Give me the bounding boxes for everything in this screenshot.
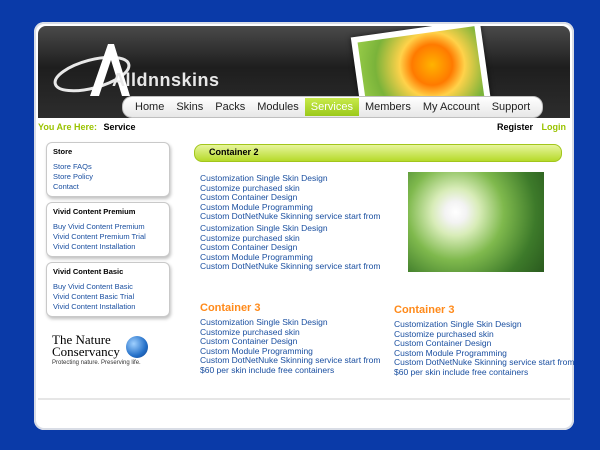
nav-skins[interactable]: Skins [170, 98, 209, 116]
container3-left-list: Customization Single Skin Design Customi… [200, 317, 380, 376]
nav-support[interactable]: Support [486, 98, 537, 116]
store-title: Store [53, 147, 73, 156]
premium-installation-link[interactable]: Vivid Content Installation [53, 242, 163, 252]
auth-links: Register Login [497, 122, 566, 132]
tnc-line2: Conservancy [52, 344, 120, 359]
logo-text: Alldnnskins [112, 70, 220, 90]
register-link[interactable]: Register [497, 122, 533, 132]
list-item: $60 per skin include free containers [394, 366, 529, 377]
nature-conservancy-logo[interactable]: The Nature Conservancy Protecting nature… [52, 333, 172, 374]
contact-link[interactable]: Contact [53, 182, 163, 192]
daisy-photo [408, 172, 544, 272]
page-frame: Alldnnskins Home Skins Packs Modules Ser… [34, 22, 574, 430]
store-policy-link[interactable]: Store Policy [53, 172, 163, 182]
breadcrumb: You Are Here: Service [38, 122, 136, 132]
nav-home[interactable]: Home [129, 98, 170, 116]
container3-left-title: Container 3 [200, 302, 261, 314]
site-logo[interactable]: Alldnnskins [50, 34, 250, 104]
container3-right-title: Container 3 [394, 304, 455, 316]
basic-title: Vivid Content Basic [53, 267, 124, 276]
globe-icon [126, 336, 148, 358]
basic-box: Vivid Content Basic Buy Vivid Content Ba… [46, 262, 170, 317]
nav-my-account[interactable]: My Account [417, 98, 486, 116]
nav-members[interactable]: Members [359, 98, 417, 116]
footer-divider [38, 398, 570, 400]
container2-list-2: Customization Single Skin Design Customi… [200, 223, 381, 272]
list-item: $60 per skin include free containers [200, 364, 335, 375]
container2-title: Container 2 [209, 147, 259, 157]
logo-swoosh-icon [53, 44, 131, 96]
breadcrumb-label: You Are Here: [38, 122, 98, 132]
premium-box: Vivid Content Premium Buy Vivid Content … [46, 202, 170, 257]
premium-trial-link[interactable]: Vivid Content Premium Trial [53, 232, 163, 242]
container2-header: Container 2 [194, 144, 562, 162]
list-item: Custom DotNetNuke Skinning service start… [200, 261, 381, 272]
container2-list-1: Customization Single Skin Design Customi… [200, 173, 381, 222]
list-item: Custom DotNetNuke Skinning service start… [200, 211, 381, 222]
container3-right-list: Customization Single Skin Design Customi… [394, 319, 574, 378]
premium-title: Vivid Content Premium [53, 207, 136, 216]
login-link[interactable]: Login [542, 122, 567, 132]
tnc-tagline: Protecting nature. Preserving life. [52, 360, 141, 366]
buy-premium-link[interactable]: Buy Vivid Content Premium [53, 222, 163, 232]
buy-basic-link[interactable]: Buy Vivid Content Basic [53, 282, 163, 292]
nav-packs[interactable]: Packs [209, 98, 251, 116]
basic-installation-link[interactable]: Vivid Content Installation [53, 302, 163, 312]
basic-trial-link[interactable]: Vivid Content Basic Trial [53, 292, 163, 302]
store-box: Store Store FAQs Store Policy Contact [46, 142, 170, 197]
breadcrumb-value: Service [103, 122, 136, 132]
nav-modules[interactable]: Modules [251, 98, 305, 116]
main-nav: Home Skins Packs Modules Services Member… [122, 96, 544, 118]
nav-services[interactable]: Services [304, 98, 359, 116]
store-faqs-link[interactable]: Store FAQs [53, 162, 163, 172]
